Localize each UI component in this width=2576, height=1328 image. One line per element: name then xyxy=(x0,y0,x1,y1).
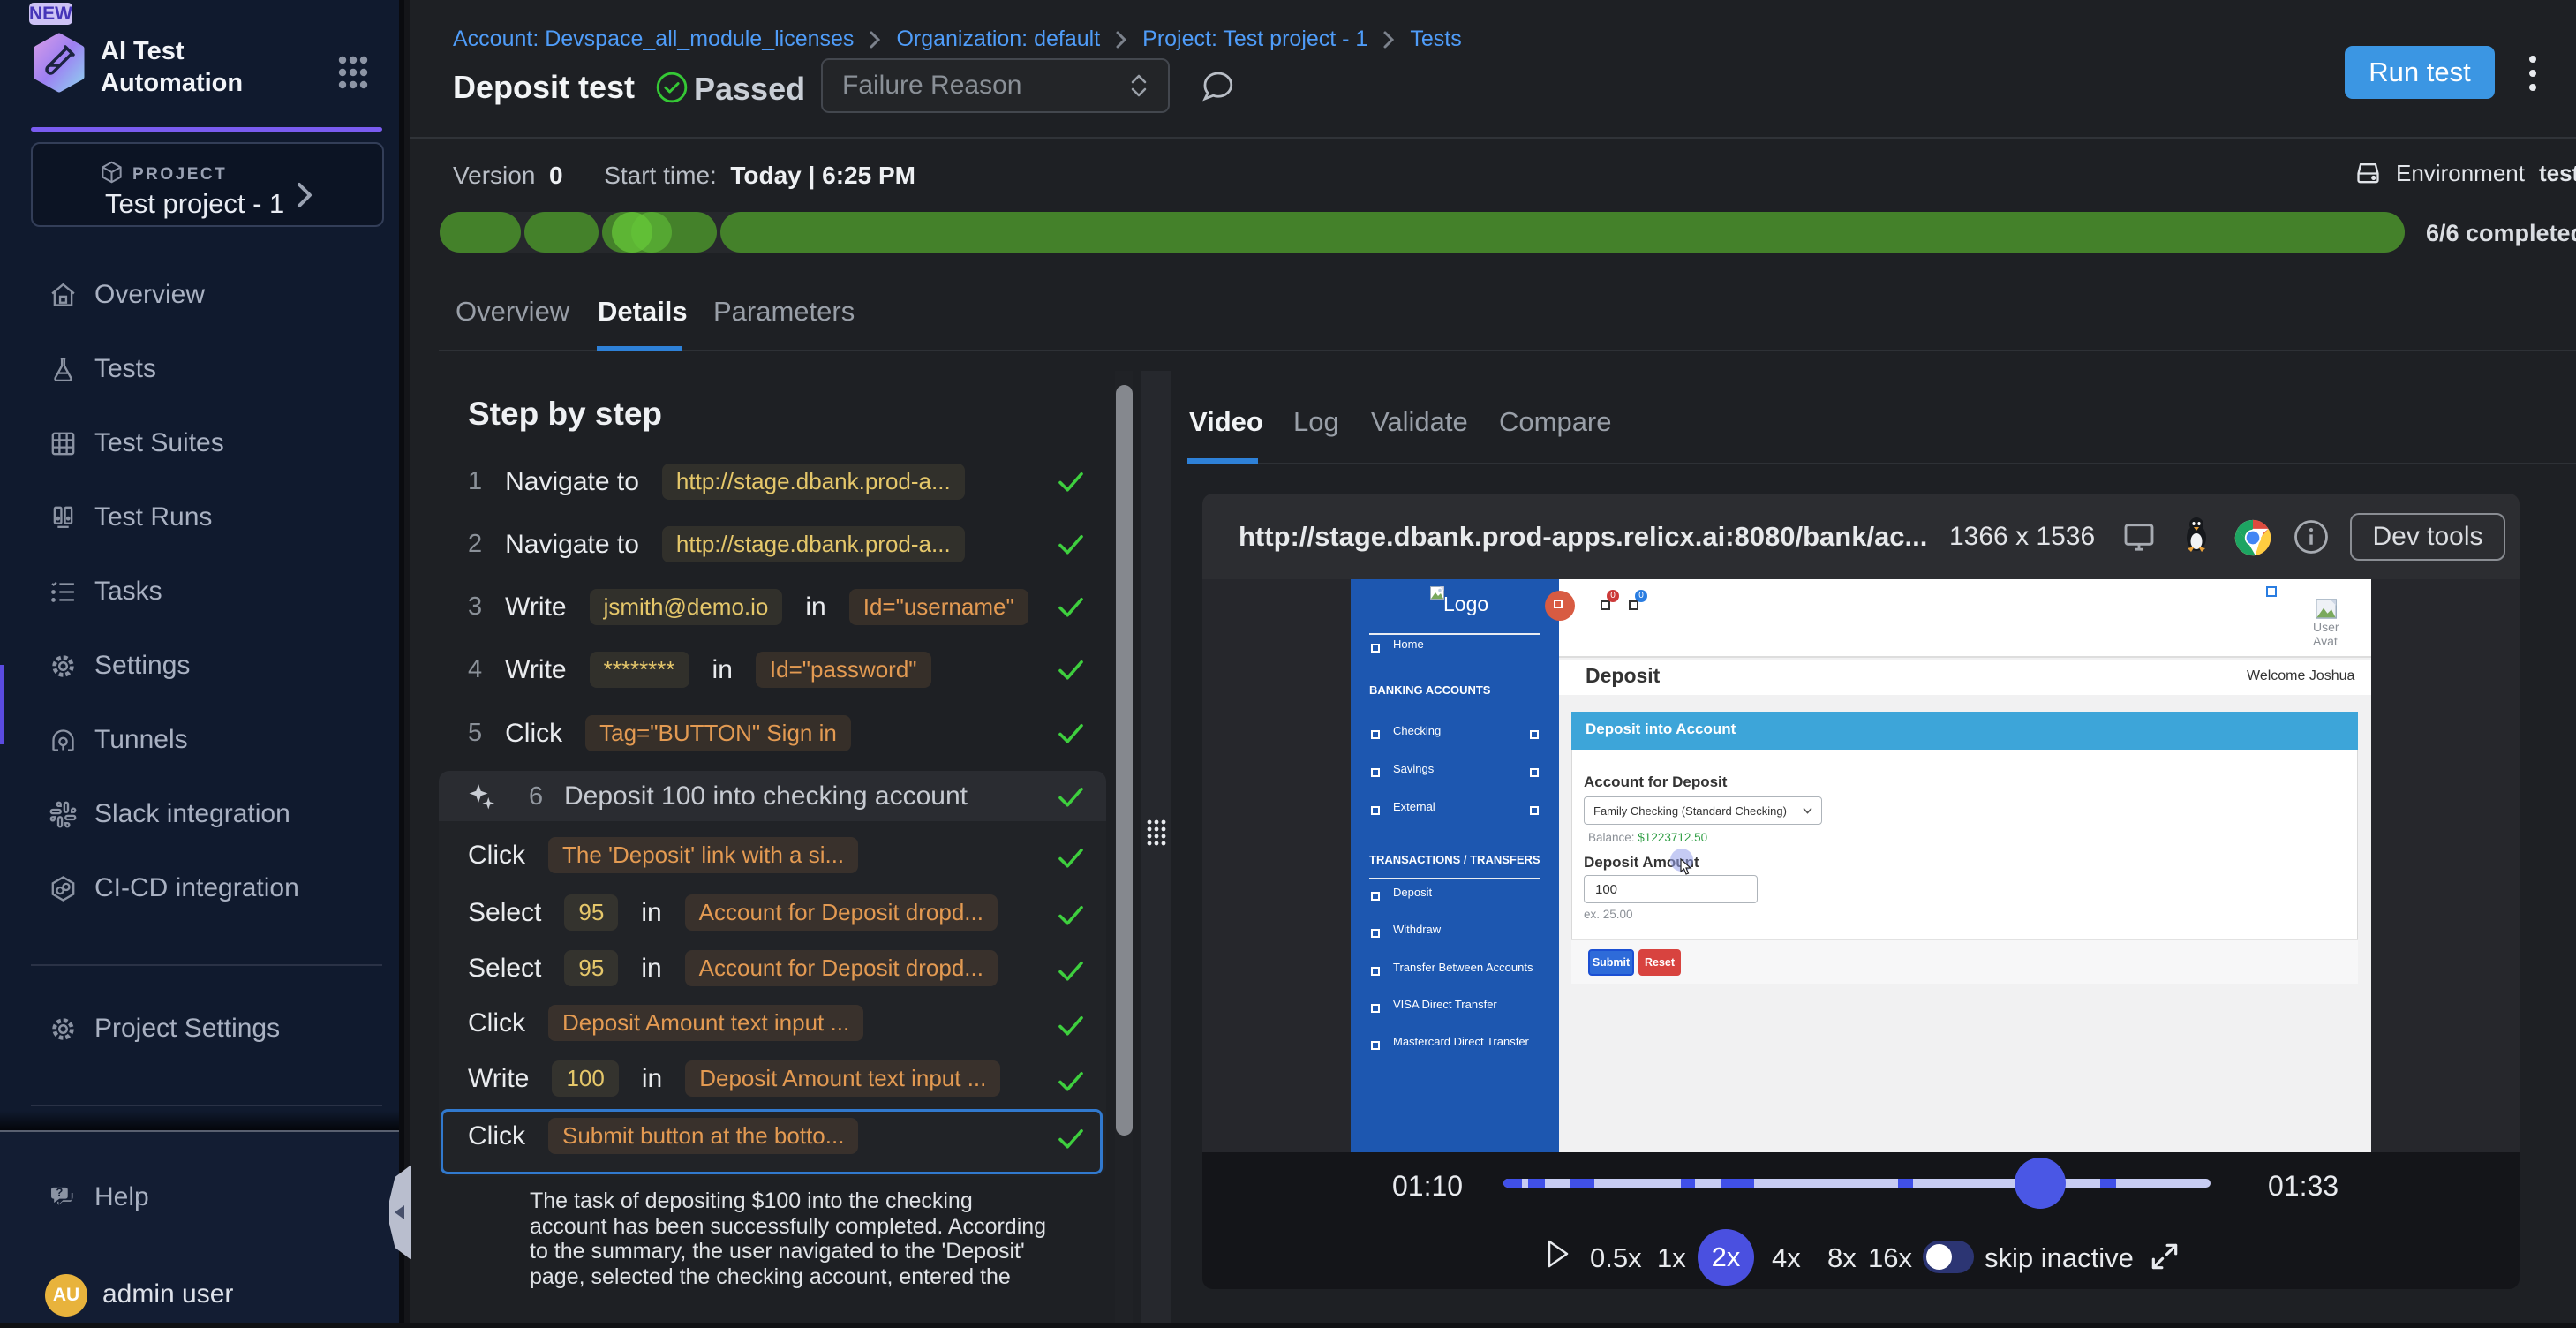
svg-text:?: ? xyxy=(56,1185,63,1198)
